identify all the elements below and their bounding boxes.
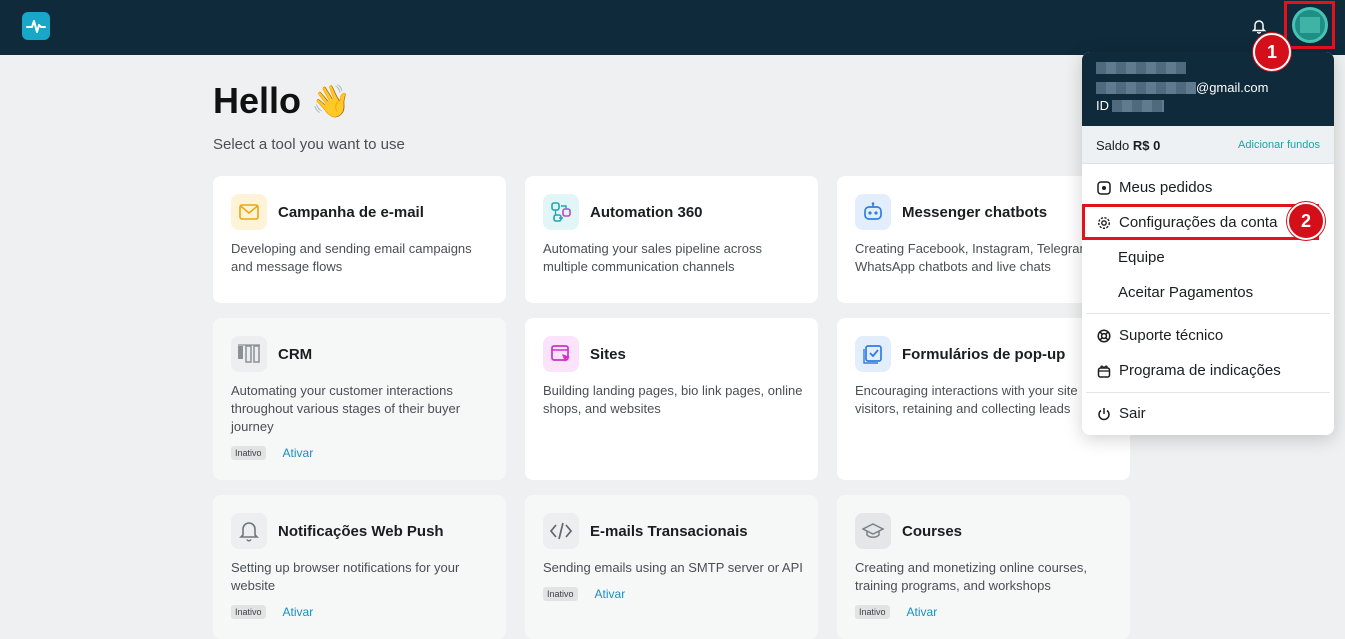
menu-item-accept-payments[interactable]: Aceitar Pagamentos	[1082, 275, 1334, 310]
account-header: @gmail.com ID	[1082, 52, 1334, 126]
menu-item-team[interactable]: Equipe	[1082, 240, 1334, 275]
robot-icon	[855, 194, 891, 230]
card-title: Campanha de e-mail	[278, 203, 424, 221]
tool-card-sites[interactable]: Sites Building landing pages, bio link p…	[525, 318, 818, 480]
activate-link[interactable]: Ativar	[283, 446, 314, 460]
tool-card-transactional-emails[interactable]: E-mails Transacionais Sending emails usi…	[525, 495, 818, 639]
user-avatar[interactable]	[1291, 7, 1328, 43]
account-id-label: ID	[1096, 98, 1109, 113]
card-title: Messenger chatbots	[902, 203, 1048, 221]
pulse-logo-icon[interactable]	[22, 12, 50, 40]
status-badge: Inativo	[231, 446, 266, 460]
orders-icon	[1096, 180, 1111, 195]
balance-row: Saldo R$ 0 Adicionar fundos	[1082, 126, 1334, 164]
redacted-name	[1096, 62, 1186, 74]
envelope-icon	[231, 194, 267, 230]
graduation-cap-icon	[855, 513, 891, 549]
settings-highlight-box	[1082, 204, 1319, 240]
account-email-suffix: @gmail.com	[1196, 80, 1269, 95]
flow-icon	[543, 194, 579, 230]
menu-item-label: Equipe	[1118, 249, 1165, 266]
status-badge: Inativo	[855, 605, 890, 619]
card-description: Developing and sending email campaigns a…	[231, 241, 472, 274]
page-subtitle: Select a tool you want to use	[213, 136, 405, 153]
lifebuoy-icon	[1096, 328, 1111, 343]
menu-divider	[1086, 313, 1330, 314]
menu-item-label: Suporte técnico	[1119, 327, 1224, 344]
step-marker-2: 2	[1287, 202, 1325, 240]
card-description: Automating your customer interactions th…	[231, 383, 461, 434]
top-bar	[0, 0, 1345, 55]
menu-item-logout[interactable]: Sair	[1082, 396, 1334, 431]
gift-icon	[1096, 363, 1111, 378]
card-title: CRM	[278, 345, 313, 363]
tool-card-automation-360[interactable]: Automation 360 Automating your sales pip…	[525, 176, 818, 303]
menu-item-label: Sair	[1119, 405, 1146, 422]
card-title: Automation 360	[590, 203, 703, 221]
account-dropdown: @gmail.com ID Saldo R$ 0 Adicionar fundo…	[1082, 52, 1334, 435]
bell-push-icon	[231, 513, 267, 549]
tool-card-web-push[interactable]: Notificações Web Push Setting up browser…	[213, 495, 506, 639]
avatar-button[interactable]	[1284, 1, 1335, 49]
redacted-email	[1096, 82, 1196, 94]
card-title: Sites	[590, 345, 626, 363]
status-badge: Inativo	[543, 587, 578, 601]
activate-link[interactable]: Ativar	[283, 605, 314, 619]
tool-card-courses[interactable]: Courses Creating and monetizing online c…	[837, 495, 1130, 639]
menu-item-support[interactable]: Suporte técnico	[1082, 318, 1334, 353]
greeting-text: Hello	[213, 80, 302, 121]
balance-label: Saldo R$ 0	[1096, 138, 1160, 153]
card-title: Notificações Web Push	[278, 522, 444, 540]
card-title: Courses	[902, 522, 963, 540]
waving-hand-emoji: 👋	[311, 83, 351, 119]
card-description: Automating your sales pipeline across mu…	[543, 241, 762, 274]
step-marker-1: 1	[1253, 33, 1291, 71]
card-description: Creating and monetizing online courses, …	[855, 560, 1087, 593]
tool-card-email-campaign[interactable]: Campanha de e-mail Developing and sendin…	[213, 176, 506, 303]
bell-icon[interactable]	[1250, 17, 1268, 35]
website-cursor-icon	[543, 336, 579, 372]
card-title: E-mails Transacionais	[590, 522, 748, 540]
page-title: Hello 👋	[213, 80, 351, 122]
redacted-id	[1112, 100, 1164, 112]
card-description: Setting up browser notifications for you…	[231, 560, 460, 593]
code-icon	[543, 513, 579, 549]
checkbox-form-icon	[855, 336, 891, 372]
menu-item-orders[interactable]: Meus pedidos	[1082, 170, 1334, 205]
kanban-icon	[231, 336, 267, 372]
card-description: Creating Facebook, Instagram, Telegram, …	[855, 241, 1094, 274]
tool-card-crm[interactable]: CRM Automating your customer interaction…	[213, 318, 506, 480]
activate-link[interactable]: Ativar	[907, 605, 938, 619]
activate-link[interactable]: Ativar	[595, 587, 626, 601]
menu-item-label: Programa de indicações	[1119, 362, 1281, 379]
card-description: Encouraging interactions with your site …	[855, 383, 1078, 416]
balance-value: R$ 0	[1132, 138, 1161, 153]
balance-label-text: Saldo	[1096, 138, 1130, 153]
card-description: Sending emails using an SMTP server or A…	[543, 560, 803, 575]
menu-item-referral[interactable]: Programa de indicações	[1082, 353, 1334, 388]
menu-item-label: Aceitar Pagamentos	[1118, 284, 1254, 301]
add-funds-link[interactable]: Adicionar fundos	[1238, 139, 1320, 151]
menu-divider	[1086, 392, 1330, 393]
card-description: Building landing pages, bio link pages, …	[543, 383, 803, 416]
power-icon	[1096, 406, 1111, 421]
menu-item-label: Meus pedidos	[1119, 179, 1213, 196]
card-title: Formulários de pop-up	[902, 345, 1066, 363]
status-badge: Inativo	[231, 605, 266, 619]
